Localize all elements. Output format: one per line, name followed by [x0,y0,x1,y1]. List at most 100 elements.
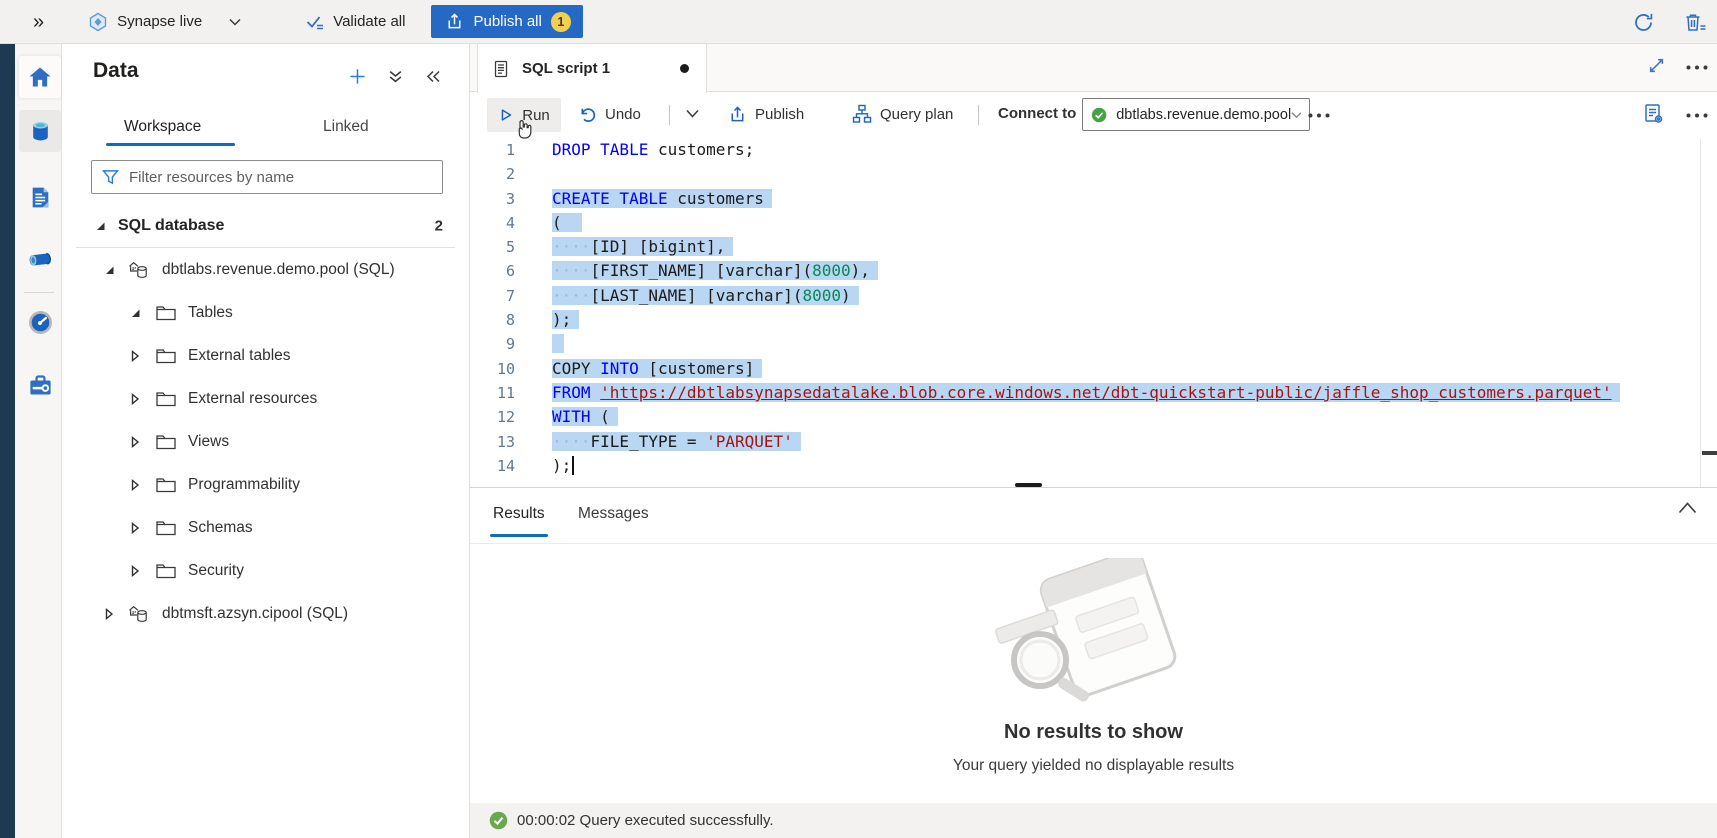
results-empty-state: No results to show Your query yielded no… [470,544,1717,803]
filter-input[interactable] [127,168,442,187]
collapse-results-chevron-icon[interactable] [1678,502,1697,514]
add-resource-icon[interactable] [349,68,366,85]
selection-highlight: ····[ID] [bigint], [552,237,733,256]
run-options-chevron-icon[interactable] [686,109,699,118]
collapse-panel-icon[interactable] [425,69,441,84]
expand-editor-icon[interactable] [1648,57,1665,74]
active-tab-underline [106,143,235,146]
code-line-10[interactable]: 10COPY INTO [customers] [470,357,1717,381]
validate-all-label: Validate all [333,13,405,30]
line-number: 11 [470,381,515,405]
mode-label: Synapse live [117,13,202,30]
data-explorer-panel: Data Workspace Linked SQL database2dbtla… [62,44,470,838]
tree-item-external-tables[interactable]: External tables [62,334,469,377]
activity-bar-strip [0,44,15,838]
gauge-icon [27,309,54,336]
expanded-triangle-icon[interactable] [130,307,141,318]
tree-item-label: Security [188,562,244,580]
play-icon [498,107,514,123]
code-line-11[interactable]: 11FROM 'https://dbtlabsynapsedatalake.bl… [470,381,1717,405]
run-button[interactable]: Run [487,98,561,132]
line-content [552,332,564,356]
collapsed-triangle-icon[interactable] [130,522,140,534]
code-line-5[interactable]: 5····[ID] [bigint], [470,235,1717,259]
tab-sql-script-1[interactable]: SQL script 1 [477,44,707,93]
tree-item-views[interactable]: Views [62,420,469,463]
validate-icon [305,12,325,32]
tab-linked[interactable]: Linked [323,118,369,136]
collapsed-triangle-icon[interactable] [104,608,114,620]
tree-item-label: SQL database [118,217,224,235]
code-lines[interactable]: 1DROP TABLE customers;23CREATE TABLE cus… [470,138,1717,478]
code-line-13[interactable]: 13····FILE_TYPE = 'PARQUET' [470,430,1717,454]
line-number: 1 [470,138,515,162]
validate-all-button[interactable]: Validate all [305,12,405,32]
synapse-logo-icon [88,12,108,32]
tab-results[interactable]: Results [493,505,545,523]
publish-icon [728,105,747,124]
tree-item-dbtmsft-azsyn-cipool-sql[interactable]: dbtmsft.azsyn.cipool (SQL) [62,592,469,635]
nav-develop-icon[interactable] [19,176,61,218]
code-line-2[interactable]: 2 [470,162,1717,186]
tab-more-actions-icon[interactable] [1686,65,1708,70]
tree-item-tables[interactable]: Tables [62,291,469,334]
mode-selector[interactable]: Synapse live [88,12,241,32]
query-status-bar: 00:00:02 Query executed successfully. [470,803,1717,838]
code-line-7[interactable]: 7····[LAST_NAME] [varchar](8000) [470,284,1717,308]
tree-item-external-resources[interactable]: External resources [62,377,469,420]
pane-resize-handle[interactable] [1015,483,1042,487]
query-plan-button[interactable]: Query plan [852,104,953,124]
collapsed-triangle-icon[interactable] [130,479,140,491]
nav-monitor-icon[interactable] [19,301,61,343]
publish-button[interactable]: Publish [728,105,804,124]
tree-item-label: Tables [188,304,233,322]
selection-highlight: COPY INTO [customers] [552,359,762,378]
collapsed-triangle-icon[interactable] [130,393,140,405]
nav-home-icon[interactable] [19,56,61,98]
tree-item-dbtlabs-revenue-demo-pool-sql[interactable]: dbtlabs.revenue.demo.pool (SQL) [62,248,469,291]
panel-actions [349,68,441,85]
code-line-14[interactable]: 14); [470,454,1717,478]
expanded-triangle-icon[interactable] [95,221,106,232]
tree-item-security[interactable]: Security [62,549,469,592]
top-command-bar: » Synapse live Validate all Publish all … [0,0,1717,44]
code-line-4[interactable]: 4( [470,211,1717,235]
code-line-6[interactable]: 6····[FIRST_NAME] [varchar](8000), [470,259,1717,283]
collapsed-triangle-icon[interactable] [130,565,140,577]
connect-to-label: Connect to [998,105,1076,122]
refresh-icon[interactable] [1632,11,1655,34]
collapse-all-icon[interactable] [388,69,403,84]
tab-messages[interactable]: Messages [578,505,649,523]
toolbar-more-icon[interactable] [1308,113,1330,118]
code-line-8[interactable]: 8); [470,308,1717,332]
expanded-triangle-icon[interactable] [104,264,115,275]
tree-item-label: Views [188,433,229,451]
collapsed-triangle-icon[interactable] [130,436,140,448]
editor-scrollbar-thumb[interactable] [1702,451,1717,455]
publish-all-button[interactable]: Publish all 1 [431,5,582,38]
code-line-3[interactable]: 3CREATE TABLE customers [470,187,1717,211]
undo-button[interactable]: Undo [578,105,641,124]
nav-manage-icon[interactable] [19,364,61,406]
collapsed-triangle-icon[interactable] [130,350,140,362]
editor-more-icon[interactable] [1686,113,1708,118]
nav-integrate-icon[interactable] [19,238,61,280]
code-line-12[interactable]: 12WITH ( [470,405,1717,429]
empty-results-title: No results to show [470,721,1717,744]
tree-item-schemas[interactable]: Schemas [62,506,469,549]
tree-item-sql-database[interactable]: SQL database2 [62,204,469,248]
discard-all-icon[interactable] [1683,11,1707,34]
code-line-1[interactable]: 1DROP TABLE customers; [470,138,1717,162]
selection-highlight: ( [552,213,582,232]
folder-icon [156,520,176,536]
connect-to-dropdown[interactable]: dbtlabs.revenue.demo.pool [1082,98,1310,131]
line-number: 2 [470,162,515,186]
code-line-9[interactable]: 9 [470,332,1717,356]
tree-item-label: dbtmsft.azsyn.cipool (SQL) [162,605,348,623]
tab-workspace[interactable]: Workspace [124,118,201,136]
folder-icon [156,477,176,493]
properties-icon[interactable] [1642,102,1666,126]
tree-item-programmability[interactable]: Programmability [62,463,469,506]
expand-menu-icon[interactable]: » [33,12,44,32]
nav-data-icon[interactable] [19,110,61,152]
